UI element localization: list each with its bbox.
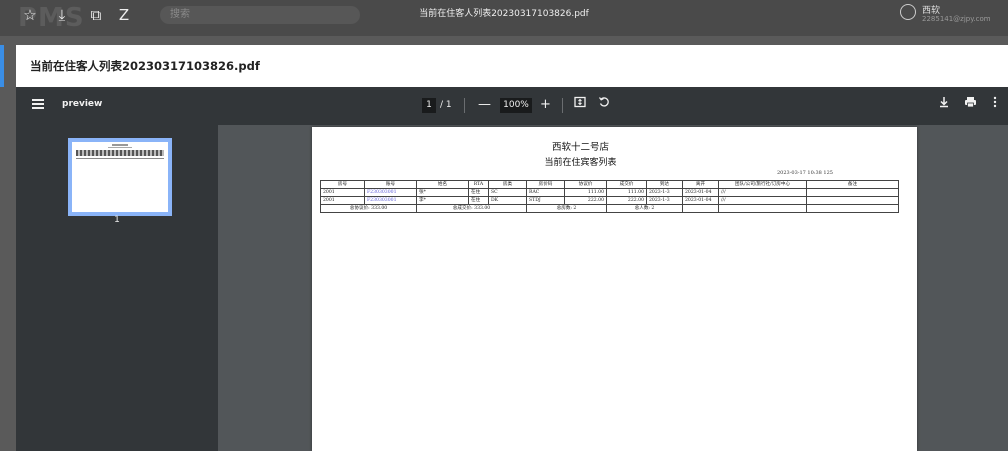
column-header: 账号: [364, 180, 417, 189]
toolbar-divider: [562, 98, 563, 113]
group-company-cell: ///: [718, 196, 807, 205]
deal-price-cell: 111.00: [606, 188, 647, 197]
column-header: 房号: [320, 180, 365, 189]
viewer-top-bar: PMS ☆ ⤓ ⧉ Z 搜索 当前在住客人列表20230317103826.pd…: [0, 0, 1008, 36]
guest-name-cell: 张*: [416, 188, 469, 197]
column-header: RTA: [468, 180, 489, 189]
room-type-cell: SC: [488, 188, 527, 197]
status-cell: 在住: [468, 196, 489, 205]
page-count: / 1: [440, 98, 452, 113]
account-link[interactable]: F230303001: [364, 196, 417, 205]
footer-empty-cell: [718, 204, 807, 213]
account-link[interactable]: F230303001: [364, 188, 417, 197]
window-title: 当前在住客人列表20230317103826.pdf: [419, 9, 589, 19]
pdf-viewer-area[interactable]: 西软十二号店 当前在住宾客列表 2023-03-17 10:38 125 房号 …: [218, 125, 1008, 451]
room-number-cell: 2001: [320, 196, 365, 205]
pdf-file-name: preview: [62, 99, 103, 109]
modal-header: 当前在住客人列表20230317103826.pdf: [16, 45, 1008, 87]
page-thumbnail[interactable]: [68, 138, 172, 216]
column-header: 协议价: [564, 180, 607, 189]
deal-price-cell: 222.00: [606, 196, 647, 205]
total-protocol-price: 总协议价: 333.00: [320, 204, 417, 213]
report-title: 当前在住宾客列表: [544, 158, 617, 168]
user-info[interactable]: 西软 2285141@zjpy.com: [900, 3, 1008, 33]
arrival-cell: 2023-1-3: [646, 188, 683, 197]
remark-cell: [806, 188, 899, 197]
total-rooms: 总房数: 2: [526, 204, 607, 213]
remark-cell: [806, 196, 899, 205]
column-header: 到达: [646, 180, 683, 189]
toolbar-divider: [464, 98, 465, 113]
total-people: 总人数: 2: [606, 204, 683, 213]
user-email: 2285141@zjpy.com: [922, 15, 991, 23]
table-row: 2001 F230303001 张* 在住 SC RAC 111.00 111.…: [320, 188, 899, 197]
total-deal-price: 总成交价: 333.00: [416, 204, 527, 213]
rate-code-cell: STDJ: [526, 196, 565, 205]
pdf-page: 西软十二号店 当前在住宾客列表 2023-03-17 10:38 125 房号 …: [312, 127, 917, 451]
modal-title: 当前在住客人列表20230317103826.pdf: [30, 59, 260, 73]
table-header-row: 房号 账号 姓名 RTA 房类 房价码 协议价 成交价 到达 离开 团队/公司/…: [320, 180, 899, 189]
table-row: 2001 F230303001 李* 在住 DK STDJ 222.00 222…: [320, 196, 899, 205]
table-footer-row: 总协议价: 333.00 总成交价: 333.00 总房数: 2 总人数: 2: [320, 204, 899, 213]
menu-icon[interactable]: [32, 99, 44, 109]
print-icon[interactable]: [964, 96, 977, 114]
left-accent-strip: [0, 45, 4, 87]
user-avatar-icon: [900, 4, 916, 20]
departure-cell: 2023-01-04: [682, 188, 719, 197]
room-type-cell: DK: [488, 196, 527, 205]
total-pages: 1: [445, 100, 452, 110]
fit-page-icon[interactable]: [574, 96, 586, 114]
download-pdf-icon[interactable]: [938, 96, 950, 114]
thumbnail-heading: [112, 144, 128, 146]
thumbnail-sidebar: 1: [16, 125, 218, 451]
departure-cell: 2023-01-04: [682, 196, 719, 205]
footer-empty-cell: [682, 204, 719, 213]
column-header: 房价码: [526, 180, 565, 189]
guest-table: 房号 账号 姓名 RTA 房类 房价码 协议价 成交价 到达 离开 团队/公司/…: [320, 180, 899, 213]
rate-code-cell: RAC: [526, 188, 565, 197]
thumbnail-table: [76, 150, 164, 156]
column-header: 离开: [682, 180, 719, 189]
arrival-cell: 2023-1-3: [646, 196, 683, 205]
thumbnail-rule: [76, 158, 164, 159]
pdf-toolbar: preview 1 / 1 — 100% +: [16, 87, 1008, 125]
current-page-input[interactable]: 1: [422, 98, 436, 113]
column-header: 成交价: [606, 180, 647, 189]
column-header: 姓名: [416, 180, 469, 189]
zoom-out-button[interactable]: —: [478, 96, 491, 114]
hotel-name: 西软十二号店: [551, 142, 609, 153]
print-timestamp: 2023-03-17 10:38 125: [777, 170, 833, 176]
zoom-input[interactable]: 100%: [500, 98, 532, 113]
protocol-price-cell: 222.00: [564, 196, 607, 205]
page-separator: /: [440, 100, 444, 110]
guest-name-cell: 李*: [416, 196, 469, 205]
column-header: 房类: [488, 180, 527, 189]
footer-empty-cell: [806, 204, 899, 213]
column-header: 团队/公司/旅行社/订房中心: [718, 180, 807, 189]
column-header: 备注: [806, 180, 899, 189]
more-options-icon[interactable]: [992, 96, 998, 114]
group-company-cell: ///: [718, 188, 807, 197]
rotate-icon[interactable]: [598, 96, 610, 114]
protocol-price-cell: 111.00: [564, 188, 607, 197]
thumbnail-page-number: 1: [114, 215, 120, 225]
status-cell: 在住: [468, 188, 489, 197]
zoom-in-button[interactable]: +: [540, 96, 551, 114]
room-number-cell: 2001: [320, 188, 365, 197]
thumbnail-subheading: [108, 147, 132, 148]
